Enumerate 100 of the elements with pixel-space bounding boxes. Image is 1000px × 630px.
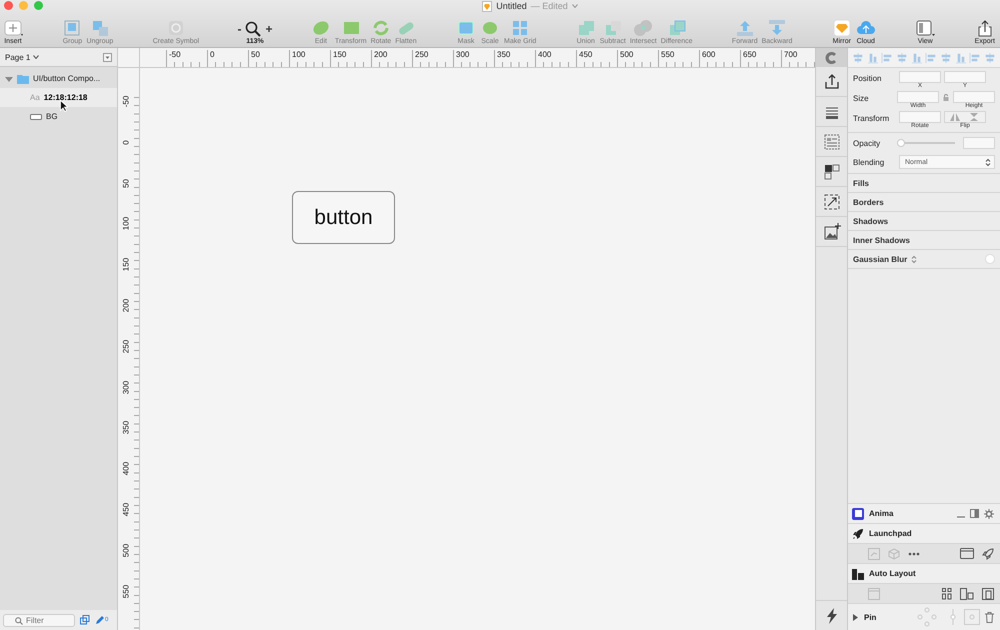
zoom-out-button[interactable]: - — [237, 22, 242, 36]
section-header[interactable]: Fills — [848, 174, 1000, 193]
frame-icon[interactable] — [868, 588, 880, 600]
devices-icon[interactable] — [960, 588, 974, 600]
disclosure-icon[interactable] — [852, 614, 859, 620]
value-field[interactable] — [897, 91, 939, 103]
opacity-field[interactable] — [963, 137, 995, 149]
layer-row[interactable]: BG — [0, 107, 117, 126]
devices-icon[interactable] — [982, 588, 994, 600]
ruler-label: 550 — [122, 583, 130, 600]
folder-icon — [17, 74, 29, 84]
grid-icon[interactable] — [942, 588, 952, 600]
list-icon[interactable] — [822, 132, 842, 152]
search-icon — [245, 21, 262, 37]
c-logo-icon[interactable] — [824, 50, 838, 64]
flip-icon — [970, 113, 980, 121]
ruler-label: 400 — [122, 461, 130, 478]
ruler-label: 50 — [122, 178, 130, 190]
pen-icon[interactable] — [95, 616, 104, 624]
resize-icon[interactable] — [822, 192, 842, 212]
panel-icon[interactable] — [970, 509, 979, 518]
ruler-label: 300 — [122, 379, 130, 396]
more-icon[interactable] — [908, 552, 920, 556]
ruler-label: -50 — [122, 94, 130, 110]
cube-icon[interactable] — [888, 548, 900, 560]
ruler-label: 150 — [330, 50, 346, 66]
ruler-label: 100 — [122, 216, 130, 233]
ruler-label: 550 — [658, 50, 674, 66]
zoom-in-button[interactable]: + — [265, 22, 272, 36]
settings-icon[interactable] — [984, 508, 994, 518]
building-icon — [852, 568, 864, 580]
rocket-icon[interactable] — [982, 548, 994, 560]
ruler-label: 650 — [740, 50, 756, 66]
arrow-up-icon — [734, 19, 755, 37]
browser-icon[interactable] — [960, 548, 974, 559]
value-field[interactable] — [899, 71, 941, 83]
align-icon[interactable] — [910, 52, 923, 64]
ruler-label: 600 — [699, 50, 716, 66]
collapse-icon[interactable] — [103, 52, 112, 62]
leaf-icon — [310, 19, 331, 37]
lightning-icon[interactable] — [826, 608, 838, 624]
search-icon — [15, 616, 23, 624]
grid-icon[interactable] — [822, 162, 842, 182]
value-field[interactable] — [944, 71, 986, 83]
flip-control[interactable] — [944, 111, 986, 123]
ruler-label: 100 — [289, 50, 306, 66]
page-selector[interactable]: Page 1 — [5, 52, 30, 62]
align-icon[interactable] — [969, 52, 982, 64]
property-label: Position — [853, 73, 882, 83]
align-icon[interactable] — [896, 52, 908, 64]
ruler-label: -50 — [166, 50, 181, 66]
window-icon — [915, 19, 936, 37]
shapes-icon — [633, 19, 654, 37]
align-icon[interactable] — [984, 52, 996, 64]
squares-icon — [62, 19, 82, 37]
plugin-title: Anima — [869, 509, 894, 518]
minimize-button[interactable] — [19, 1, 28, 10]
align-icon[interactable] — [852, 52, 864, 64]
layer-row[interactable]: Aa 12:18:12:18 — [0, 88, 117, 107]
toggle-icon — [985, 254, 995, 264]
symbol-filter-icon[interactable] — [80, 615, 90, 625]
align-icon[interactable] — [954, 52, 967, 64]
window-title: Untitled — [496, 1, 527, 11]
zoom-button[interactable] — [34, 1, 43, 10]
trash-icon[interactable] — [985, 612, 994, 622]
rotate-icon — [370, 19, 391, 37]
pin-box-icon[interactable] — [964, 609, 980, 625]
anima-logo-icon — [852, 508, 864, 520]
square-icon — [456, 19, 476, 37]
property-label: Transform — [853, 113, 890, 123]
value-field[interactable] — [953, 91, 995, 103]
ruler-label: 450 — [122, 502, 130, 518]
chevron-down-icon[interactable] — [33, 55, 40, 59]
plugin-title: Pin — [864, 612, 876, 622]
close-button[interactable] — [4, 1, 13, 10]
ruler-label: 450 — [576, 50, 592, 66]
align-icon[interactable] — [925, 52, 938, 64]
align-icon[interactable] — [866, 52, 879, 64]
section-header[interactable]: Inner Shadows — [848, 231, 1000, 250]
lock-icon[interactable] — [943, 94, 949, 101]
align-icon[interactable] — [881, 52, 894, 64]
ruler-label: 250 — [412, 50, 428, 66]
image-add-icon[interactable] — [822, 222, 842, 242]
property-label: Opacity — [853, 138, 882, 148]
stepper-icon — [985, 158, 991, 166]
plugin-title: Auto Layout — [869, 569, 916, 578]
layer-row[interactable]: UI/button Compo... — [0, 69, 117, 88]
align-icon[interactable] — [940, 52, 952, 64]
ruler-label: 200 — [371, 50, 388, 66]
section-header[interactable]: Borders — [848, 193, 1000, 212]
ruler-label: 700 — [781, 50, 798, 66]
ruler-label: 0 — [122, 139, 130, 147]
property-label: Blending — [853, 158, 886, 166]
cloud-icon — [856, 19, 876, 37]
ruler-label: 150 — [122, 257, 130, 274]
rocket-icon — [852, 528, 864, 540]
section-header[interactable]: Gaussian Blur — [848, 250, 1000, 269]
value-field[interactable] — [899, 111, 941, 123]
section-header[interactable]: Shadows — [848, 212, 1000, 231]
filter-field[interactable]: Filter — [3, 614, 75, 626]
